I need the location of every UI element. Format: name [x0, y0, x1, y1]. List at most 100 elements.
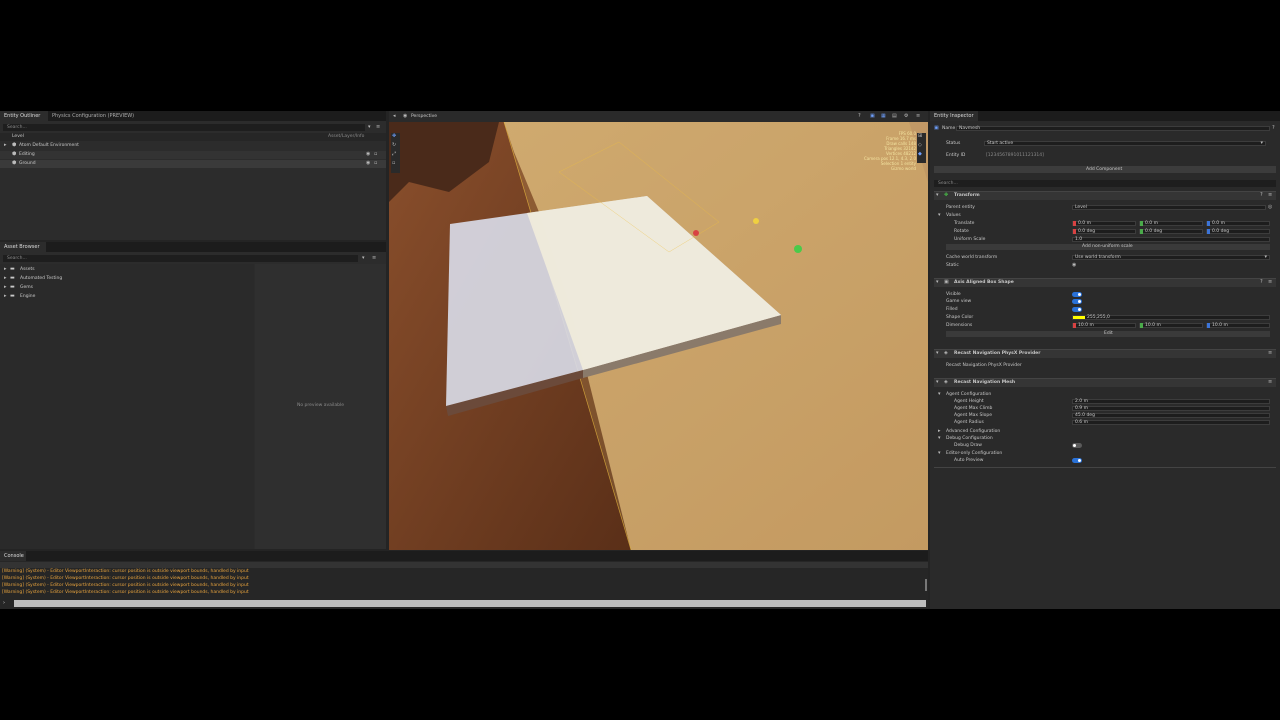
outliner-item[interactable]: ▸ ⬢ Atom Default Environment — [0, 142, 386, 150]
folder-item[interactable]: ▸ ▬ Gems — [0, 284, 254, 292]
console-scrollbar[interactable] — [925, 579, 927, 591]
agent-height-field[interactable]: 2.0 m — [1072, 399, 1270, 404]
pivot-tool-icon[interactable]: ◇ — [918, 142, 922, 149]
edit-shape-button[interactable]: Edit — [946, 331, 1270, 337]
game-view-toggle[interactable] — [1072, 299, 1082, 304]
viewport-scene[interactable] — [389, 122, 928, 550]
gizmo-center-handle[interactable] — [753, 218, 759, 224]
component-menu-icon[interactable]: ≡ — [1268, 279, 1272, 286]
filled-toggle[interactable] — [1072, 307, 1082, 312]
agent-climb-field[interactable]: 0.9 m — [1072, 406, 1270, 411]
collapse-icon[interactable]: ▾ — [936, 192, 939, 199]
viewport-camera-label[interactable]: Perspective — [411, 113, 437, 120]
pick-entity-icon[interactable]: ◎ — [1268, 204, 1272, 211]
translate-x-field[interactable]: 0.0 m — [1072, 221, 1136, 226]
dimension-x-field[interactable]: 10.0 m — [1072, 323, 1136, 328]
expand-icon[interactable]: ▸ — [4, 275, 7, 282]
expand-icon[interactable]: ▸ — [4, 293, 7, 300]
gizmo-y-handle[interactable] — [794, 245, 802, 253]
visibility-icon[interactable]: ◉ — [366, 151, 370, 158]
name-input[interactable]: Navmesh — [956, 126, 1270, 131]
scale-field[interactable]: 1.0 — [1072, 237, 1270, 242]
debug-draw-toggle[interactable] — [1072, 443, 1082, 448]
dimension-y-field[interactable]: 10.0 m — [1139, 323, 1203, 328]
options-icon[interactable]: ≡ — [372, 255, 376, 262]
agent-slope-field[interactable]: 45.0 deg — [1072, 413, 1270, 418]
tab-asset-browser[interactable]: Asset Browser — [0, 242, 46, 252]
tab-console[interactable]: Console — [0, 551, 26, 561]
back-icon[interactable]: ◂ — [393, 113, 396, 120]
dimension-z-field[interactable]: 10.0 m — [1206, 323, 1270, 328]
lock-icon[interactable]: ▫ — [374, 160, 377, 167]
agent-radius-field[interactable]: 0.6 m — [1072, 420, 1270, 425]
static-checkbox[interactable]: ◉ — [1072, 262, 1076, 269]
tab-physics-config[interactable]: Physics Configuration (PREVIEW) — [48, 111, 134, 121]
outliner-search-input[interactable]: Search... — [3, 124, 365, 131]
filter-icon[interactable]: ▾ — [368, 124, 371, 131]
box-shape-header[interactable]: ▾ ▣ Axis Aligned Box Shape ? ≡ — [934, 278, 1276, 287]
lock-icon[interactable]: ▫ — [374, 151, 377, 158]
help-icon[interactable]: ? — [1260, 192, 1263, 199]
cache-select[interactable]: Use world transform ▾ — [1072, 254, 1270, 260]
scale-tool-icon[interactable]: ▫ — [392, 160, 395, 167]
expand-icon[interactable]: ▸ — [4, 142, 7, 149]
collapse-icon[interactable]: ▾ — [938, 435, 941, 442]
menu-icon[interactable]: ≡ — [916, 113, 920, 120]
folder-item[interactable]: ▸ ▬ Engine — [0, 293, 254, 301]
collapse-icon[interactable]: ▾ — [938, 212, 941, 219]
settings-icon[interactable]: ⚙ — [904, 113, 908, 120]
filter-icon[interactable]: ▾ — [362, 255, 365, 262]
rotate-y-field[interactable]: 0.0 deg — [1139, 229, 1203, 234]
help-icon[interactable]: ? — [1260, 279, 1263, 286]
component-menu-icon[interactable]: ≡ — [1268, 379, 1272, 386]
physx-provider-header[interactable]: ▾ ◈ Recast Navigation PhysX Provider ≡ — [934, 349, 1276, 358]
collapse-icon[interactable]: ▾ — [936, 379, 939, 386]
tab-entity-inspector[interactable]: Entity Inspector — [930, 111, 978, 121]
folder-item[interactable]: ▸ ▬ Assets — [0, 266, 254, 274]
help-icon[interactable]: ? — [1272, 125, 1275, 132]
tab-entity-outliner[interactable]: Entity Outliner — [0, 111, 48, 121]
collapse-icon[interactable]: ▾ — [938, 391, 941, 398]
select-tool-icon[interactable]: ✥ — [392, 133, 396, 140]
component-search-input[interactable]: Search... — [934, 180, 1276, 187]
rotate-z-field[interactable]: 0.0 deg — [1206, 229, 1270, 234]
outliner-item[interactable]: ⬢ Editing ◉ ▫ — [0, 151, 386, 159]
options-icon[interactable]: ≡ — [376, 124, 380, 131]
navmesh-header[interactable]: ▾ ◈ Recast Navigation Mesh ≡ — [934, 378, 1276, 387]
snap-tool-icon[interactable]: ⊞ — [918, 133, 922, 140]
translate-y-field[interactable]: 0.0 m — [1139, 221, 1203, 226]
space-tool-icon[interactable]: ◆ — [918, 151, 922, 158]
collapse-icon[interactable]: ▾ — [936, 279, 939, 286]
rotate-tool-icon[interactable]: ⤢ — [392, 151, 396, 158]
expand-icon[interactable]: ▸ — [4, 284, 7, 291]
folder-item[interactable]: ▸ ▬ Automated Testing — [0, 275, 254, 283]
collapse-icon[interactable]: ▾ — [938, 450, 941, 457]
snap-icon[interactable]: ▣ — [870, 113, 875, 120]
edit-label: Edit — [1104, 331, 1113, 336]
parent-entity-field[interactable]: Level — [1072, 205, 1266, 210]
rotate-x-field[interactable]: 0.0 deg — [1072, 229, 1136, 234]
component-menu-icon[interactable]: ≡ — [1268, 192, 1272, 199]
add-component-button[interactable]: Add Component — [934, 166, 1276, 173]
angle-icon[interactable]: ▤ — [892, 113, 897, 120]
translate-z-field[interactable]: 0.0 m — [1206, 221, 1270, 226]
camera-icon[interactable]: ◉ — [403, 113, 407, 120]
help-icon[interactable]: ? — [858, 113, 861, 120]
move-tool-icon[interactable]: ↻ — [392, 142, 396, 149]
asset-search-input[interactable]: Search... — [3, 255, 358, 262]
shape-color-field[interactable]: 255,255,0 — [1072, 315, 1270, 320]
status-select[interactable]: Start active ▾ — [984, 140, 1266, 146]
expand-icon[interactable]: ▸ — [4, 266, 7, 273]
collapse-icon[interactable]: ▾ — [936, 350, 939, 357]
component-menu-icon[interactable]: ≡ — [1268, 350, 1272, 357]
outliner-item[interactable]: ⬢ Ground ◉ ▫ — [0, 160, 386, 168]
grid-icon[interactable]: ▦ — [881, 113, 886, 120]
visibility-icon[interactable]: ◉ — [366, 160, 370, 167]
visible-toggle[interactable] — [1072, 292, 1082, 297]
expand-icon[interactable]: ▸ — [938, 428, 941, 435]
console-command-input[interactable] — [14, 600, 926, 607]
gizmo-x-handle[interactable] — [693, 230, 699, 236]
transform-header[interactable]: ▾ ✥ Transform ? ≡ — [934, 191, 1276, 200]
auto-preview-toggle[interactable] — [1072, 458, 1082, 463]
add-nonuniform-scale-button[interactable]: Add non-uniform scale — [946, 244, 1270, 250]
